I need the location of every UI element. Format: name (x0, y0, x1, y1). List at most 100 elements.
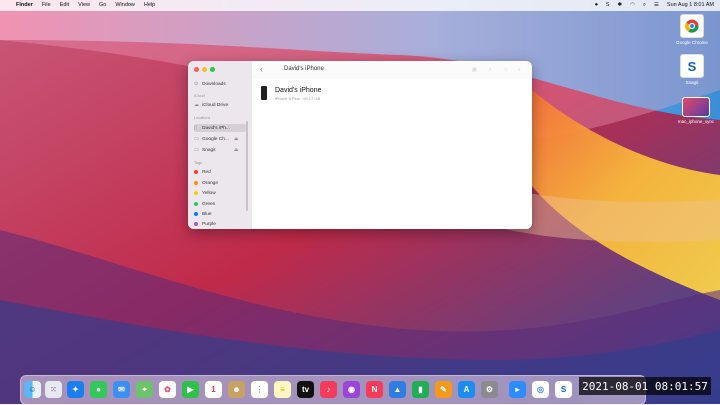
sidebar-item-label: Red (202, 169, 211, 175)
systemprefs-icon[interactable]: ⚙ (481, 381, 498, 398)
sidebar-item-label: Blue (202, 211, 212, 217)
red-tag-icon (194, 170, 198, 174)
finder-content: David's iPhone iPhone 6 Plus · 59.17 GB (252, 79, 532, 229)
zoom-icon[interactable]: ▸ (509, 381, 526, 398)
menu-bar: Finder File Edit View Go Window Help ⏺ S… (0, 0, 720, 11)
sidebar-item-downloads[interactable]: ⊙ Downloads (194, 80, 246, 88)
search-icon[interactable]: ⌕ (518, 67, 521, 73)
wifi-icon[interactable]: ◠ (630, 0, 635, 11)
sidebar-tag-purple[interactable]: Purple (194, 220, 246, 228)
blue-tag-icon (194, 212, 198, 216)
mail-icon[interactable]: ✉ (113, 381, 130, 398)
pages-icon[interactable]: ✎ (435, 381, 452, 398)
device-info: iPhone 6 Plus · 59.17 GB (275, 96, 321, 101)
finder-icon[interactable]: ☺ (24, 381, 41, 398)
snagit-menu-icon[interactable]: S (606, 0, 610, 11)
numbers-icon[interactable]: ▮ (412, 381, 429, 398)
close-button[interactable] (194, 67, 199, 72)
zoom-button[interactable] (210, 67, 215, 72)
snagit-icon[interactable]: S (555, 381, 572, 398)
desktop-icon-label: Google Chrome (676, 40, 708, 45)
sidebar-item-davids-iphone[interactable]: ▯ David's iPh... (194, 124, 246, 132)
view-options-icon[interactable]: ▦ (472, 67, 477, 73)
finder-toolbar: ‹ David's iPhone ▦ ⇪ ◇ ⌕ (252, 61, 532, 79)
desktop-icon-chrome[interactable]: Google Chrome (668, 14, 716, 45)
timestamp-overlay: 2021-08-01 08:01:57 (579, 377, 711, 395)
desktop-icon-label: Snagit (685, 80, 699, 85)
sidebar-section-locations: Locations (194, 116, 211, 120)
menu-clock[interactable]: Sun Aug 1 8:01 AM (667, 0, 714, 11)
menu-finder[interactable]: Finder (16, 0, 33, 11)
iphone-icon (261, 86, 267, 100)
menu-go[interactable]: Go (99, 0, 106, 11)
appstore-icon[interactable]: A (458, 381, 475, 398)
sidebar-item-label: Snagit (202, 147, 216, 153)
sidebar-scrollbar[interactable] (246, 121, 248, 211)
safari-icon[interactable]: ✦ (67, 381, 84, 398)
dock: ☺ ⁙ ✦ ● ✉ ⌖ ✿ ▶ 1 ☻ ⋮ ≡ tv ♪ ◉ N ▲ ▮ ✎ A… (20, 375, 646, 405)
green-tag-icon (194, 202, 198, 206)
menu-help[interactable]: Help (144, 0, 155, 11)
chrome-icon (680, 14, 704, 38)
news-icon[interactable]: N (366, 381, 383, 398)
window-title: David's iPhone (284, 66, 324, 72)
facetime-icon[interactable]: ▶ (182, 381, 199, 398)
cloud-icon: ☁ (194, 101, 199, 108)
sidebar-item-label: iCloud Drive (202, 102, 229, 108)
back-button[interactable]: ‹ (260, 64, 263, 74)
menu-view[interactable]: View (78, 0, 90, 11)
sidebar-item-label: Orange (202, 180, 218, 186)
appletv-icon[interactable]: tv (297, 381, 314, 398)
sidebar-tag-orange[interactable]: Orange (194, 179, 246, 187)
snagit-icon: S (680, 54, 704, 78)
desktop-icon-label: mac_iphone_sync (677, 119, 715, 124)
maps-icon[interactable]: ⌖ (136, 381, 153, 398)
finder-window: ⊙ Downloads iCloud ☁ iCloud Drive Locati… (188, 61, 532, 229)
calendar-icon[interactable]: 1 (205, 381, 222, 398)
image-file-icon (682, 97, 710, 117)
photos-icon[interactable]: ✿ (159, 381, 176, 398)
disk-icon: ▭ (194, 146, 199, 153)
notes-icon[interactable]: ≡ (274, 381, 291, 398)
search-icon[interactable]: ⌕ (643, 0, 646, 11)
sidebar-tag-green[interactable]: Green (194, 200, 246, 208)
bluetooth-icon[interactable]: ✱ (617, 0, 622, 11)
sidebar-tag-yellow[interactable]: Yellow (194, 189, 246, 197)
menu-edit[interactable]: Edit (60, 0, 69, 11)
sidebar-section-tags: Tags (194, 161, 203, 165)
sidebar-item-icloud-drive[interactable]: ☁ iCloud Drive (194, 101, 246, 109)
podcasts-icon[interactable]: ◉ (343, 381, 360, 398)
eject-icon[interactable]: ⏏ (234, 136, 238, 142)
share-icon[interactable]: ⇪ (488, 67, 492, 73)
iphone-icon: ▯ (194, 124, 197, 131)
control-center-icon[interactable]: ☰ (654, 0, 659, 11)
launchpad-icon[interactable]: ⁙ (45, 381, 62, 398)
chrome-icon[interactable]: ◎ (532, 381, 549, 398)
menu-file[interactable]: File (42, 0, 51, 11)
sidebar-item-label: Green (202, 201, 216, 207)
orange-tag-icon (194, 181, 198, 185)
desktop-icon-snagit[interactable]: S Snagit (668, 54, 716, 85)
menu-window[interactable]: Window (115, 0, 135, 11)
tag-icon[interactable]: ◇ (504, 67, 508, 73)
sidebar-item-label: Google Ch... (202, 136, 229, 142)
finder-sidebar: ⊙ Downloads iCloud ☁ iCloud Drive Locati… (188, 61, 253, 229)
disk-icon: ▭ (194, 135, 199, 142)
messages-icon[interactable]: ● (90, 381, 107, 398)
sidebar-tag-blue[interactable]: Blue (194, 210, 246, 218)
status-area: ⏺ S ✱ ◠ ⌕ ☰ Sun Aug 1 8:01 AM (587, 0, 714, 11)
eject-icon[interactable]: ⏏ (234, 147, 238, 153)
desktop-icon-mac-iphone-sync[interactable]: mac_iphone_sync (672, 97, 720, 124)
keynote-icon[interactable]: ▲ (389, 381, 406, 398)
sidebar-item-label: Purple (202, 221, 216, 227)
device-name: David's iPhone (275, 87, 322, 94)
minimize-button[interactable] (202, 67, 207, 72)
download-icon: ⊙ (194, 80, 199, 87)
music-icon[interactable]: ♪ (320, 381, 337, 398)
reminders-icon[interactable]: ⋮ (251, 381, 268, 398)
record-icon[interactable]: ⏺ (595, 0, 598, 11)
contacts-icon[interactable]: ☻ (228, 381, 245, 398)
sidebar-tag-red[interactable]: Red (194, 168, 246, 176)
yellow-tag-icon (194, 191, 198, 195)
sidebar-item-label: David's iPh... (202, 125, 230, 131)
